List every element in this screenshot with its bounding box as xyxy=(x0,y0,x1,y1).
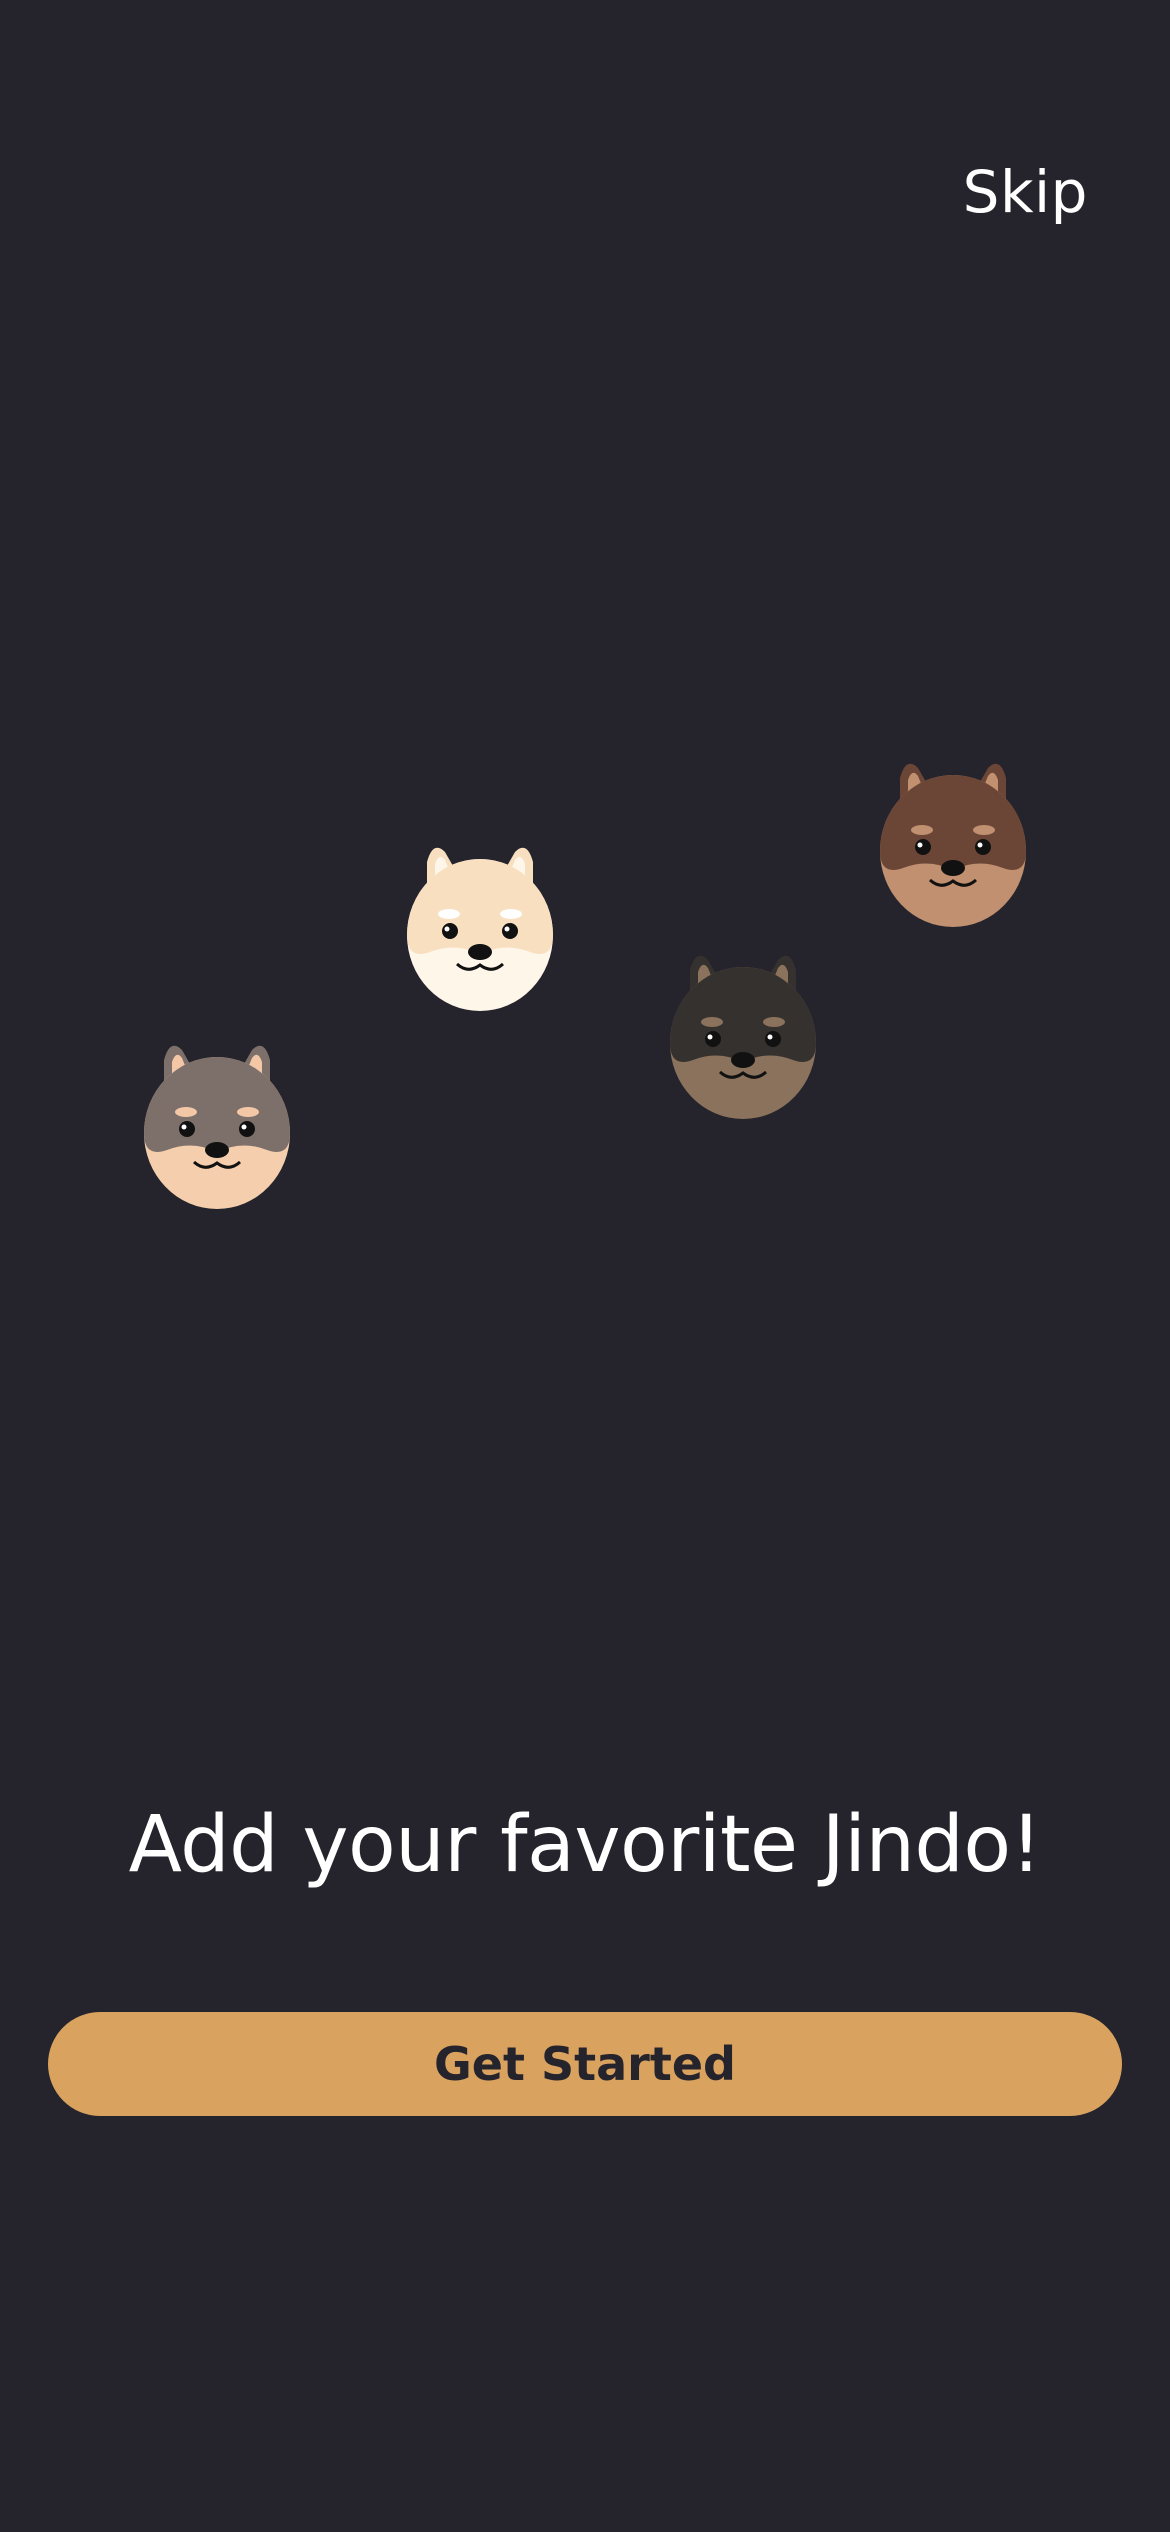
jindo-brown-dog-icon xyxy=(880,763,1026,927)
jindo-cream-dog-icon xyxy=(407,847,553,1011)
onboarding-headline: Add your favorite Jindo! xyxy=(128,1800,1042,1890)
skip-button[interactable]: Skip xyxy=(963,158,1088,226)
get-started-label: Get Started xyxy=(434,2037,736,2091)
jindo-black-dog-icon xyxy=(670,955,816,1119)
jindo-gray-dog-icon xyxy=(144,1045,290,1209)
get-started-button[interactable]: Get Started xyxy=(48,2012,1122,2116)
